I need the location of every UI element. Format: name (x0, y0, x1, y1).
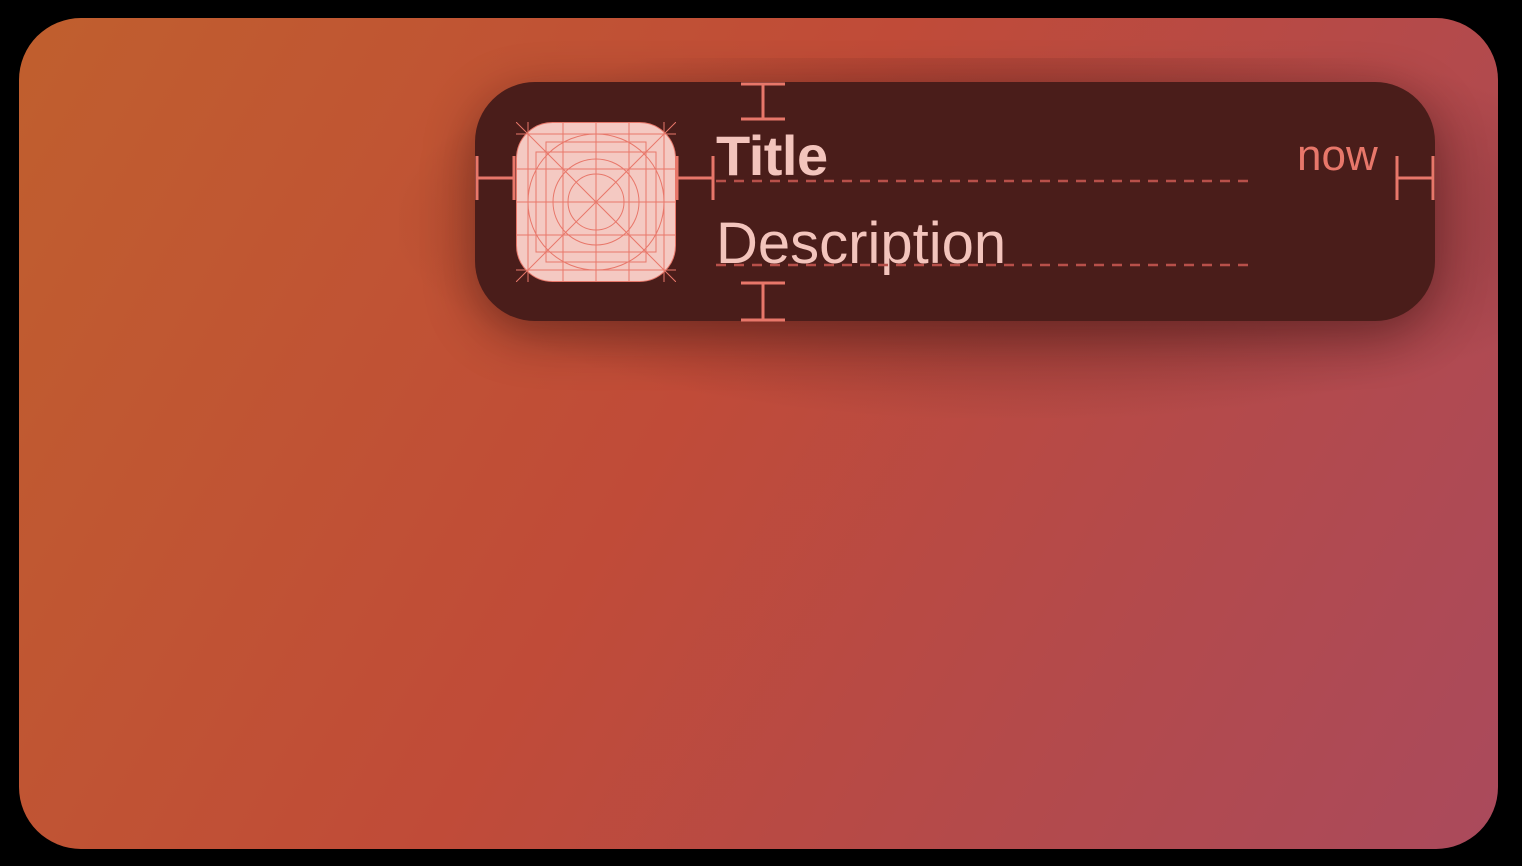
app-icon (515, 121, 677, 283)
notification-title: Title (716, 124, 828, 187)
app-icon-template-grid-icon (515, 121, 677, 283)
notification-description: Description (716, 211, 1007, 276)
notification-timestamp: now (1297, 131, 1378, 180)
